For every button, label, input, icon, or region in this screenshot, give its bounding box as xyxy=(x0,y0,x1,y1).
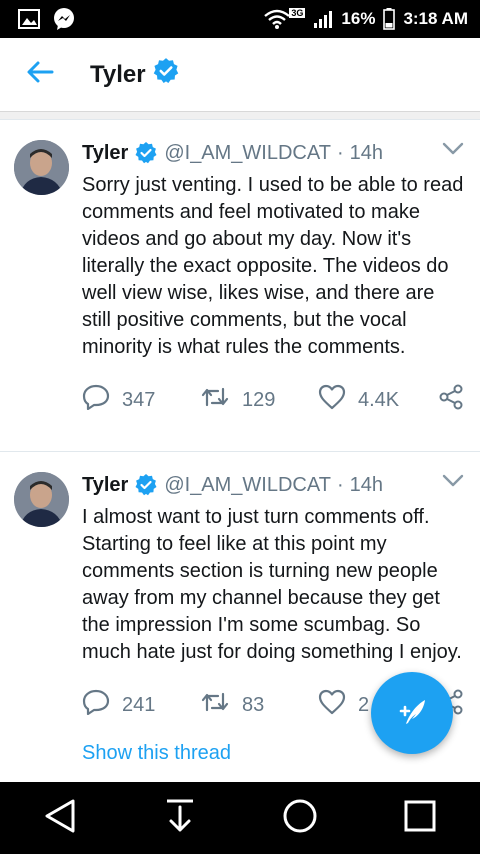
share-button[interactable] xyxy=(438,384,464,416)
heart-icon xyxy=(318,384,346,416)
signal-icon xyxy=(313,9,333,29)
wifi-icon xyxy=(263,9,291,29)
chevron-down-icon[interactable] xyxy=(442,142,464,161)
tweet-actions: 347 129 4.4K xyxy=(82,384,464,416)
show-thread-link[interactable]: Show this thread xyxy=(82,742,231,765)
tweet-time: 14h xyxy=(349,473,383,496)
messenger-icon xyxy=(52,7,76,31)
reply-button[interactable]: 241 xyxy=(82,689,200,721)
reply-count: 241 xyxy=(122,693,156,716)
page-title-text: Tyler xyxy=(90,60,146,88)
retweet-count: 129 xyxy=(242,388,276,411)
home-circle-icon xyxy=(282,798,318,839)
recents-square-icon xyxy=(403,799,437,838)
author-name[interactable]: Tyler xyxy=(82,142,128,165)
reply-icon xyxy=(82,689,110,721)
avatar[interactable] xyxy=(14,140,69,195)
verified-badge-icon xyxy=(152,57,180,92)
heart-icon xyxy=(318,689,346,721)
like-count: 4.4K xyxy=(358,388,400,411)
tweet-header: Tyler @I_AM_WILDCAT · 14h xyxy=(82,140,464,166)
author-handle[interactable]: @I_AM_WILDCAT xyxy=(164,474,331,497)
like-button[interactable]: 4.4K xyxy=(318,384,436,416)
clock: 3:18 AM xyxy=(403,9,468,28)
tweet-text: I almost want to just turn comments off.… xyxy=(82,506,462,663)
chevron-down-icon[interactable] xyxy=(442,474,464,493)
arrow-left-icon xyxy=(26,60,54,89)
nav-download-button[interactable] xyxy=(140,782,220,854)
author-handle[interactable]: @I_AM_WILDCAT xyxy=(164,142,331,165)
download-arrow-icon xyxy=(164,798,196,839)
back-triangle-icon xyxy=(43,798,77,839)
reply-count: 347 xyxy=(122,388,156,411)
header-divider xyxy=(0,112,480,120)
retweet-count: 83 xyxy=(242,693,265,716)
separator-dot: · xyxy=(336,473,344,496)
tweet[interactable]: Tyler @I_AM_WILDCAT · 14h Sorry just ven… xyxy=(0,120,480,452)
retweet-icon xyxy=(200,385,230,415)
reply-icon xyxy=(82,384,110,416)
status-bar: 3G 16% 3:18 AM xyxy=(0,0,480,38)
verified-badge-icon xyxy=(134,473,158,497)
system-nav-bar xyxy=(0,782,480,854)
gallery-icon xyxy=(18,9,40,29)
like-count: 2 xyxy=(358,693,370,716)
compose-tweet-button[interactable] xyxy=(371,672,453,754)
verified-badge-icon xyxy=(134,141,158,165)
retweet-button[interactable]: 129 xyxy=(200,385,318,415)
share-icon xyxy=(438,384,464,416)
author-name[interactable]: Tyler xyxy=(82,474,128,497)
retweet-icon xyxy=(200,690,230,720)
battery-percent: 16% xyxy=(341,9,376,28)
tweet-header: Tyler @I_AM_WILDCAT · 14h xyxy=(82,472,464,498)
app-bar: Tyler xyxy=(0,38,480,112)
network-type-label: 3G xyxy=(289,8,306,18)
back-button[interactable] xyxy=(0,38,80,112)
page-title: Tyler xyxy=(90,57,180,92)
compose-feather-icon xyxy=(392,691,432,736)
tweet-text: Sorry just venting. I used to be able to… xyxy=(82,174,464,358)
retweet-button[interactable]: 83 xyxy=(200,690,318,720)
nav-recents-button[interactable] xyxy=(380,782,460,854)
separator-dot: · xyxy=(336,141,344,164)
nav-back-button[interactable] xyxy=(20,782,100,854)
avatar[interactable] xyxy=(14,472,69,527)
nav-home-button[interactable] xyxy=(260,782,340,854)
reply-button[interactable]: 347 xyxy=(82,384,200,416)
tweet-time: 14h xyxy=(349,141,383,164)
battery-icon xyxy=(383,8,396,30)
